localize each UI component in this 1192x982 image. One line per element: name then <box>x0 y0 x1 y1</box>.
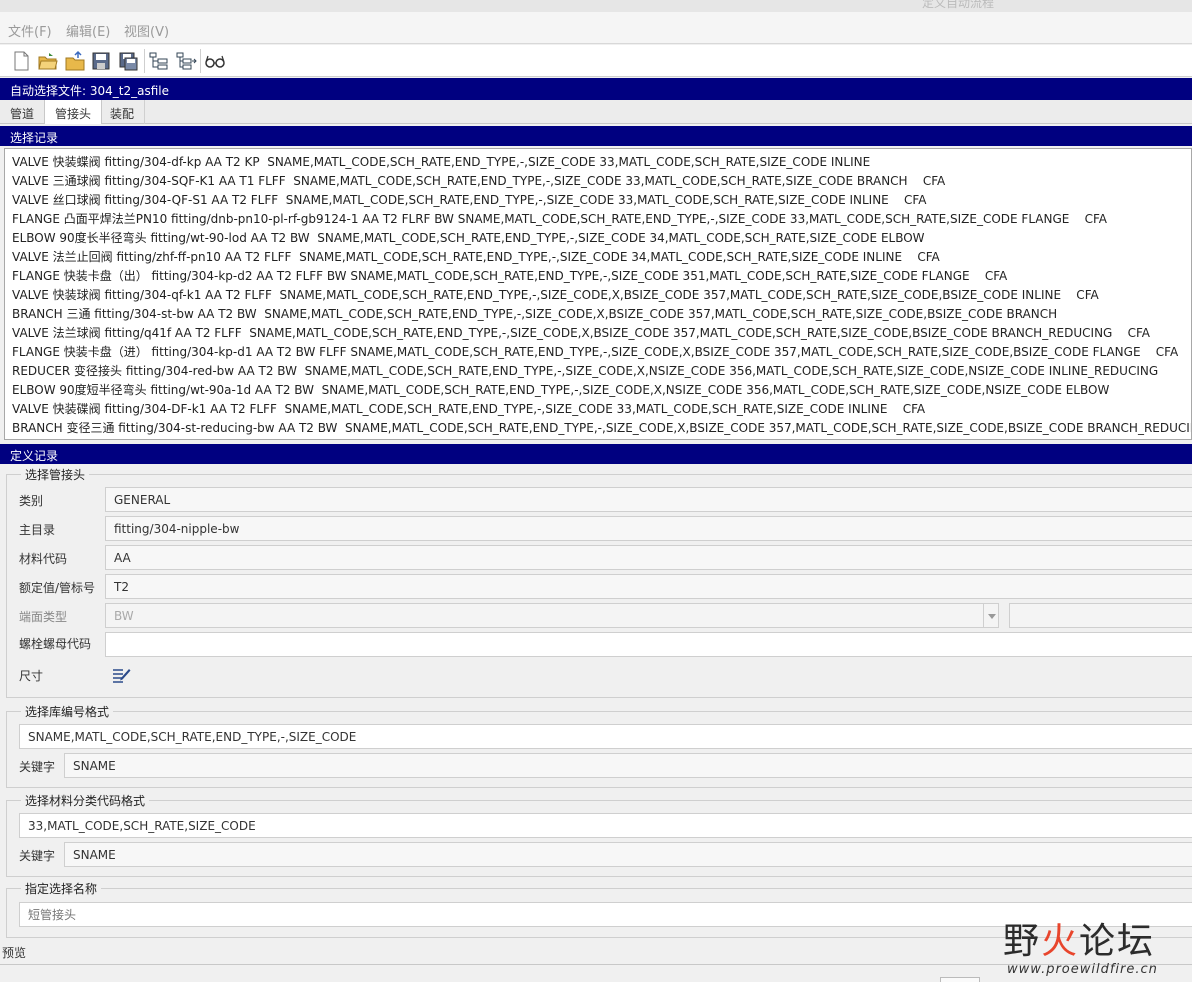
tree-expand-icon[interactable] <box>148 50 170 72</box>
tab-pipe[interactable]: 管道 <box>0 100 46 124</box>
toolbar-separator <box>200 49 201 73</box>
toolbar-separator <box>144 49 145 73</box>
lib-format-field[interactable]: SNAME,MATL_CODE,SCH_RATE,END_TYPE,-,SIZE… <box>19 724 1192 749</box>
main-dir-field[interactable]: fitting/304-nipple-bw <box>105 516 1192 541</box>
tab-assembly[interactable]: 装配 <box>100 100 146 124</box>
tab-fitting[interactable]: 管接头 <box>44 100 103 124</box>
bolt-nut-code-label: 螺栓螺母代码 <box>19 637 92 651</box>
material-format-field[interactable]: 33,MATL_CODE,SCH_RATE,SIZE_CODE <box>19 813 1192 838</box>
main-dir-label: 主目录 <box>19 523 56 537</box>
define-records-header: 定义记录 <box>0 444 1192 464</box>
material-keyword-field[interactable]: SNAME <box>64 842 1192 867</box>
select-name-group-label: 指定选择名称 <box>21 880 102 897</box>
category-field[interactable]: GENERAL <box>105 487 1192 512</box>
save-icon[interactable] <box>90 50 112 72</box>
list-item[interactable]: ELBOW 90度长半径弯头 fitting/wt-90-lod AA T2 B… <box>12 229 925 248</box>
list-item[interactable]: VALVE 快装蝶阀 fitting/304-df-kp AA T2 KP SN… <box>12 153 870 172</box>
select-records-header: 选择记录 <box>0 126 1192 146</box>
list-item[interactable]: VALVE 丝口球阀 fitting/304-QF-S1 AA T2 FLFF … <box>12 191 926 210</box>
title-strip: 定义自动流程 <box>0 0 1192 12</box>
open-icon[interactable] <box>64 50 86 72</box>
menu-file[interactable]: 文件(F) <box>8 21 52 40</box>
forum-watermark: 野火论坛 www.proewildfire.cn <box>1003 912 1158 977</box>
lib-keyword-label: 关键字 <box>19 760 56 774</box>
list-item[interactable]: ELBOW 90度短半径弯头 fitting/wt-90a-1d AA T2 B… <box>12 381 1109 400</box>
tree-collapse-icon[interactable] <box>175 50 197 72</box>
select-records-list[interactable]: VALVE 快装蝶阀 fitting/304-df-kp AA T2 KP SN… <box>4 148 1192 440</box>
rating-label: 额定值/管标号 <box>19 581 96 595</box>
edit-table-icon[interactable] <box>111 664 131 684</box>
new-file-icon[interactable] <box>10 50 32 72</box>
list-item[interactable]: BRANCH 三通 fitting/304-st-bw AA T2 BW SNA… <box>12 305 1057 324</box>
auto-select-file-header: 自动选择文件: 304_t2_asfile <box>0 78 1192 100</box>
list-item[interactable]: VALVE 法兰球阀 fitting/q41f AA T2 FLFF SNAME… <box>12 324 1150 343</box>
tab-bar: 管道 管接头 装配 <box>0 100 1192 124</box>
size-label: 尺寸 <box>19 669 44 683</box>
list-item[interactable]: FLANGE 凸面平焊法兰PN10 fitting/dnb-pn10-pl-rf… <box>12 210 1107 229</box>
toolbar <box>0 45 1192 77</box>
material-keyword-label: 关键字 <box>19 849 56 863</box>
rating-field[interactable]: T2 <box>105 574 1192 599</box>
menu-view[interactable]: 视图(V) <box>124 21 169 40</box>
end-type-label: 端面类型 <box>19 610 68 624</box>
preview-label: 预览 <box>2 946 27 960</box>
list-item[interactable]: VALVE 快装碟阀 fitting/304-DF-k1 AA T2 FLFF … <box>12 400 925 419</box>
end-type-select[interactable]: BW <box>105 603 985 628</box>
end-type-secondary-field[interactable] <box>1009 603 1192 628</box>
save-as-icon[interactable] <box>117 50 139 72</box>
lib-format-group-label: 选择库编号格式 <box>21 703 114 720</box>
chevron-down-icon[interactable] <box>983 603 999 628</box>
category-label: 类别 <box>19 494 44 508</box>
list-item[interactable]: VALVE 三通球阀 fitting/304-SQF-K1 AA T1 FLFF… <box>12 172 945 191</box>
list-item[interactable]: VALVE 法兰止回阀 fitting/zhf-ff-pn10 AA T2 FL… <box>12 248 940 267</box>
list-item[interactable]: BRANCH 变径三通 fitting/304-st-reducing-bw A… <box>12 419 1191 438</box>
material-code-field[interactable]: AA <box>105 545 1192 570</box>
window-title-ghost: 定义自动流程 <box>922 0 995 10</box>
open-folder-icon[interactable] <box>37 50 59 72</box>
status-button-edge[interactable] <box>940 977 980 982</box>
menu-edit[interactable]: 编辑(E) <box>66 21 110 40</box>
list-item[interactable]: VALVE 快装球阀 fitting/304-qf-k1 AA T2 FLFF … <box>12 286 1099 305</box>
list-item[interactable]: FLANGE 快装卡盘（进） fitting/304-kp-d1 AA T2 B… <box>12 343 1178 362</box>
glasses-icon[interactable] <box>204 50 226 72</box>
list-item[interactable]: REDUCER 变径接头 fitting/304-red-bw AA T2 BW… <box>12 362 1158 381</box>
list-item[interactable]: FLANGE 快装卡盘（出） fitting/304-kp-d2 AA T2 F… <box>12 267 1007 286</box>
lib-keyword-field[interactable]: SNAME <box>64 753 1192 778</box>
bolt-nut-code-field[interactable] <box>105 632 1192 657</box>
watermark-url: www.proewildfire.cn <box>1007 962 1158 977</box>
watermark-title: 野火论坛 <box>1003 921 1156 962</box>
material-code-label: 材料代码 <box>19 552 68 566</box>
menu-bar: 文件(F) 编辑(E) 视图(V) <box>0 12 1192 44</box>
material-format-group-label: 选择材料分类代码格式 <box>21 792 150 809</box>
select-fitting-group-label: 选择管接头 <box>21 466 90 483</box>
